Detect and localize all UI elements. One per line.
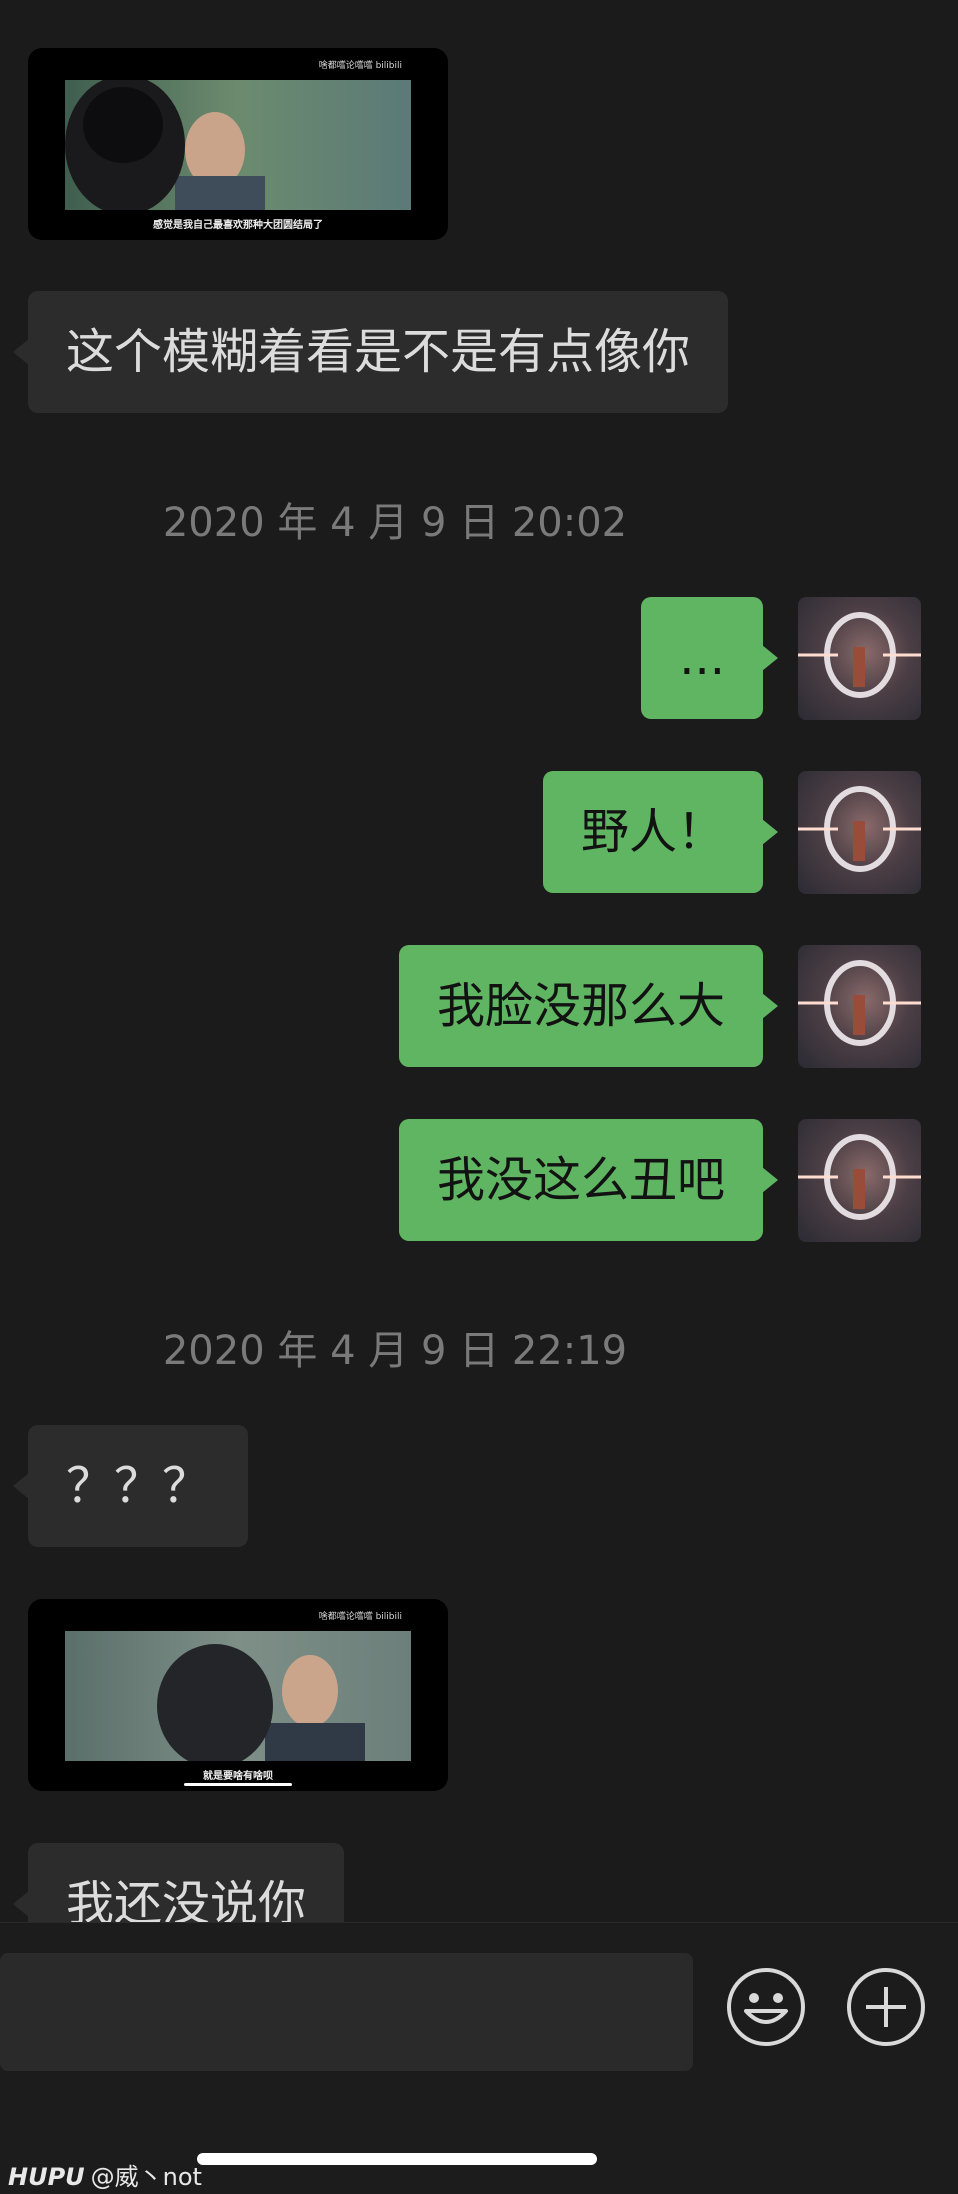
video-subtitle: 感觉是我自己最喜欢那种大团圆结局了: [153, 220, 323, 231]
emoji-icon[interactable]: [726, 1967, 806, 2047]
message-text: ...: [679, 630, 725, 686]
avatar[interactable]: [798, 1119, 921, 1242]
message-text: 我脸没那么大: [436, 978, 725, 1034]
message-text: 野人！: [580, 804, 725, 860]
hupu-watermark: HUPU @威丶not: [8, 2157, 202, 2192]
video-frame-image: [65, 80, 411, 210]
avatar[interactable]: [798, 945, 921, 1068]
progress-bar: [184, 1783, 292, 1786]
incoming-message-bubble[interactable]: 这个模糊着看是不是有点像你: [12, 291, 729, 413]
bilibili-watermark: 啥都嚐论嚐嚐 bilibili: [318, 1612, 402, 1622]
avatar[interactable]: [798, 597, 921, 720]
outgoing-message-bubble[interactable]: 野人！: [542, 771, 779, 893]
video-screenshot-message[interactable]: 啥都嚐论嚐嚐 bilibili 感觉是我自己最喜欢那种大团圆结局了: [28, 48, 448, 240]
message-text: 我没这么丑吧: [436, 1152, 725, 1208]
video-screenshot-message[interactable]: 啥都嚐论嚐嚐 bilibili 就是要啥有啥呗: [28, 1599, 448, 1791]
home-indicator[interactable]: [197, 2153, 597, 2165]
incoming-message-bubble[interactable]: ？？？: [12, 1425, 249, 1547]
timestamp: 2020 年 4 月 9 日 22:19: [162, 1328, 628, 1374]
avatar[interactable]: [798, 771, 921, 894]
outgoing-message-bubble[interactable]: 我没这么丑吧: [398, 1119, 779, 1241]
plus-icon[interactable]: [846, 1967, 926, 2047]
message-text: 这个模糊着看是不是有点像你: [66, 324, 691, 380]
timestamp: 2020 年 4 月 9 日 20:02: [162, 500, 628, 546]
message-input[interactable]: [0, 1953, 693, 2071]
outgoing-message-bubble[interactable]: 我脸没那么大: [398, 945, 779, 1067]
message-text: 我还没说你: [66, 1876, 307, 1922]
message-text: ？？？: [66, 1458, 211, 1514]
bilibili-watermark: 啥都嚐论嚐嚐 bilibili: [318, 61, 402, 71]
hupu-logo: HUPU: [8, 2163, 85, 2191]
outgoing-message-bubble[interactable]: ...: [641, 597, 778, 719]
watermark-handle: @威丶not: [90, 2163, 202, 2191]
chat-area[interactable]: 啥都嚐论嚐嚐 bilibili 感觉是我自己最喜欢那种大团圆结局了 这个模糊着看…: [0, 0, 958, 1922]
incoming-message-bubble[interactable]: 我还没说你: [12, 1843, 345, 1922]
video-subtitle: 就是要啥有啥呗: [203, 1771, 273, 1782]
video-frame-image: [65, 1631, 411, 1761]
